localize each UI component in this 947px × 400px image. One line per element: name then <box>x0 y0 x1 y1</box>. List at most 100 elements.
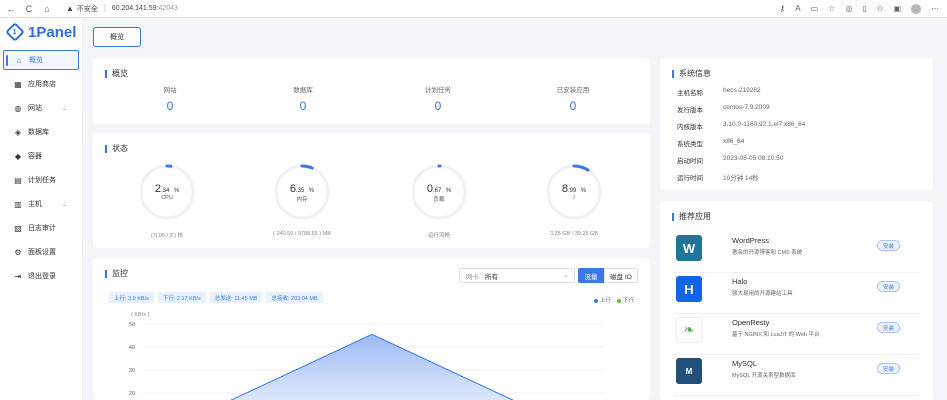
sidebar-item-0[interactable]: ⌂ 概览 <box>3 50 79 70</box>
extension-icon[interactable]: ◎ <box>845 4 852 13</box>
sidebar-item-label: 主机 <box>28 201 42 208</box>
monitor-card: 监控 网卡 所有 ⌄ 流量 磁盘 IO 上行: 3.9 KB/s 下行: 2.17… <box>93 258 650 400</box>
app-logo-icon: H <box>676 276 702 302</box>
overview-stat-label: 数据库 <box>293 87 313 94</box>
system-info-key: 运行时间 <box>677 175 703 182</box>
app-name: Halo <box>732 277 748 286</box>
overview-stat-label: 网站 <box>163 87 177 94</box>
gauge-label: 负载 <box>433 197 445 203</box>
calendar-icon: ▤ <box>14 175 22 185</box>
app-logo-icon: ❧ <box>676 317 702 343</box>
back-icon[interactable]: ← <box>4 2 18 16</box>
system-info-key: 发行版本 <box>677 107 703 114</box>
sidebar-item-label: 计划任务 <box>28 177 56 184</box>
overview-title: 概览 <box>105 68 128 79</box>
app-logo-icon: W <box>676 235 702 261</box>
system-info-row: 内核版本 3.10.0-1160.92.1.el7.x86_64 <box>677 121 805 131</box>
install-button[interactable]: 安装 <box>877 281 900 292</box>
system-info-row: 运行时间 10分钟 14秒 <box>677 172 759 182</box>
browser-toolbar: ← C ⌂ ▲ 不安全 | 60.204.141.59:42043 ⚷ A ▭ … <box>0 0 947 18</box>
gauge-detail: ( 240.59 / 3788.65 ) MB <box>273 231 331 237</box>
system-info-key: 系统类型 <box>677 141 703 148</box>
y-axis-label: ( KB/s ) <box>131 312 150 318</box>
system-info-card: 系统信息 主机名称 hecs-219282 发行版本 centos-7.9.2009 内… <box>660 58 933 190</box>
docker-icon: ◆ <box>14 151 22 161</box>
recommend-title: 推荐应用 <box>672 211 711 222</box>
log-icon: ▧ <box>14 223 22 233</box>
overview-stat[interactable]: 已安装应用 0 <box>508 84 638 113</box>
overview-stat-label: 已安装应用 <box>556 87 590 94</box>
sidebar-item-3[interactable]: ◈ 数据库 <box>3 122 79 142</box>
system-info-value: 10分钟 14秒 <box>723 175 759 182</box>
network-chart: ( KB/s ) 50 40 30 20 <box>129 312 605 400</box>
gauge-label: / <box>573 195 575 201</box>
install-button[interactable]: 安装 <box>877 240 900 251</box>
sidebar-item-label: 概览 <box>29 57 43 64</box>
sidebar-item-label: 数据库 <box>28 129 49 136</box>
overview-stat-value: 0 <box>569 99 577 113</box>
app-logo-icon: M <box>676 358 702 384</box>
overview-stat-value: 0 <box>434 99 442 113</box>
reload-icon[interactable]: C <box>22 2 36 16</box>
home-icon[interactable]: ⌂ <box>40 2 54 16</box>
logout-icon: ⇥ <box>14 271 22 281</box>
sidebar: 1 1Panel ⌂ 概览 ▦ 应用商店 ◍ 网站 ⌄ ◈ 数据库 ◆ 容器 ▤ 计划任务 ▥ 主机 ⌄ ▧ 日志… <box>0 18 83 400</box>
install-button[interactable]: 安装 <box>877 322 900 333</box>
profile-avatar[interactable] <box>911 3 921 14</box>
gauge-detail: ( 0.05 / 2 ) 核 <box>150 233 184 239</box>
key-icon[interactable]: ⚷ <box>779 4 785 13</box>
overview-stat-label: 计划任务 <box>425 87 451 94</box>
overview-stat[interactable]: 计划任务 0 <box>373 84 503 113</box>
system-info-key: 主机名称 <box>677 90 703 97</box>
sidebar-item-8[interactable]: ⚙ 面板设置 <box>3 242 79 262</box>
split-icon[interactable]: ▯ <box>862 4 866 13</box>
url-host: 60.204.141.59 <box>111 5 157 12</box>
reader-icon[interactable]: ▭ <box>811 4 819 13</box>
sidebar-item-9[interactable]: ⇥ 退出登录 <box>3 266 79 286</box>
star-icon[interactable]: ☆ <box>828 4 835 13</box>
sidebar-item-4[interactable]: ◆ 容器 <box>3 146 79 166</box>
sidebar-item-1[interactable]: ▦ 应用商店 <box>3 74 79 94</box>
favorites-icon[interactable]: ✩ <box>877 4 884 13</box>
system-info-row: 系统类型 x86_64 <box>677 138 744 148</box>
overview-card: 概览 网站 0 数据库 0 计划任务 0 已安装应用 0 <box>93 58 650 124</box>
app-item-openresty[interactable]: ❧ OpenResty 基于 NGINX 和 LuaJIT 的 Web 平台 安… <box>674 315 919 355</box>
sidebar-item-label: 退出登录 <box>28 273 56 280</box>
app-item-halo[interactable]: H Halo 强大易用的开源建站工具 安装 <box>674 274 919 314</box>
more-icon[interactable]: ⋯ <box>931 4 939 13</box>
system-info-value: 3.10.0-1160.92.1.el7.x86_64 <box>723 121 806 128</box>
app-description: MySQL 开源关系型数据库 <box>732 373 796 379</box>
sidebar-item-6[interactable]: ▥ 主机 ⌄ <box>3 194 79 214</box>
y-tick-label: 40 <box>129 345 135 351</box>
brand-name: 1Panel <box>28 23 77 41</box>
grid-icon: ▦ <box>14 79 22 89</box>
app-name: WordPress <box>732 236 769 245</box>
overview-stat[interactable]: 网站 0 <box>105 84 235 113</box>
address-bar[interactable]: ▲ 不安全 | 60.204.141.59:42043 <box>66 2 178 16</box>
system-info-key: 内核版本 <box>677 124 703 131</box>
logo-icon: 1 <box>5 22 25 42</box>
globe-icon: ◍ <box>14 103 22 113</box>
app-item-wordpress[interactable]: W WordPress 著名的开源博客和 CMS 系统 安装 <box>674 233 919 273</box>
y-tick-label: 30 <box>129 368 135 374</box>
tab-overview[interactable]: 概览 <box>93 27 141 47</box>
sidebar-item-label: 日志审计 <box>28 225 56 232</box>
install-button[interactable]: 安装 <box>877 363 900 374</box>
collections-icon[interactable]: ▣ <box>893 4 901 13</box>
app-item-mysql[interactable]: M MySQL MySQL 开源关系型数据库 安装 <box>674 356 919 396</box>
y-tick-label: 50 <box>129 322 135 328</box>
system-info-value: 2023-08-05 08:10:50 <box>723 155 784 162</box>
sidebar-item-5[interactable]: ▤ 计划任务 <box>3 170 79 190</box>
gauge-detail: 运行流畅 <box>427 233 450 239</box>
brand-logo[interactable]: 1 1Panel <box>0 18 82 46</box>
sidebar-item-2[interactable]: ◍ 网站 ⌄ <box>3 98 79 118</box>
system-info-value: centos-7.9.2009 <box>723 104 770 111</box>
system-info-value: x86_64 <box>723 138 745 145</box>
sidebar-item-7[interactable]: ▧ 日志审计 <box>3 218 79 238</box>
translate-icon[interactable]: A <box>795 4 800 13</box>
system-info-value: hecs-219282 <box>723 87 761 94</box>
gauge-label: 内存 <box>296 197 308 203</box>
overview-stat[interactable]: 数据库 0 <box>238 84 368 113</box>
app-description: 基于 NGINX 和 LuaJIT 的 Web 平台 <box>732 332 820 338</box>
home-icon: ⌂ <box>16 55 22 65</box>
